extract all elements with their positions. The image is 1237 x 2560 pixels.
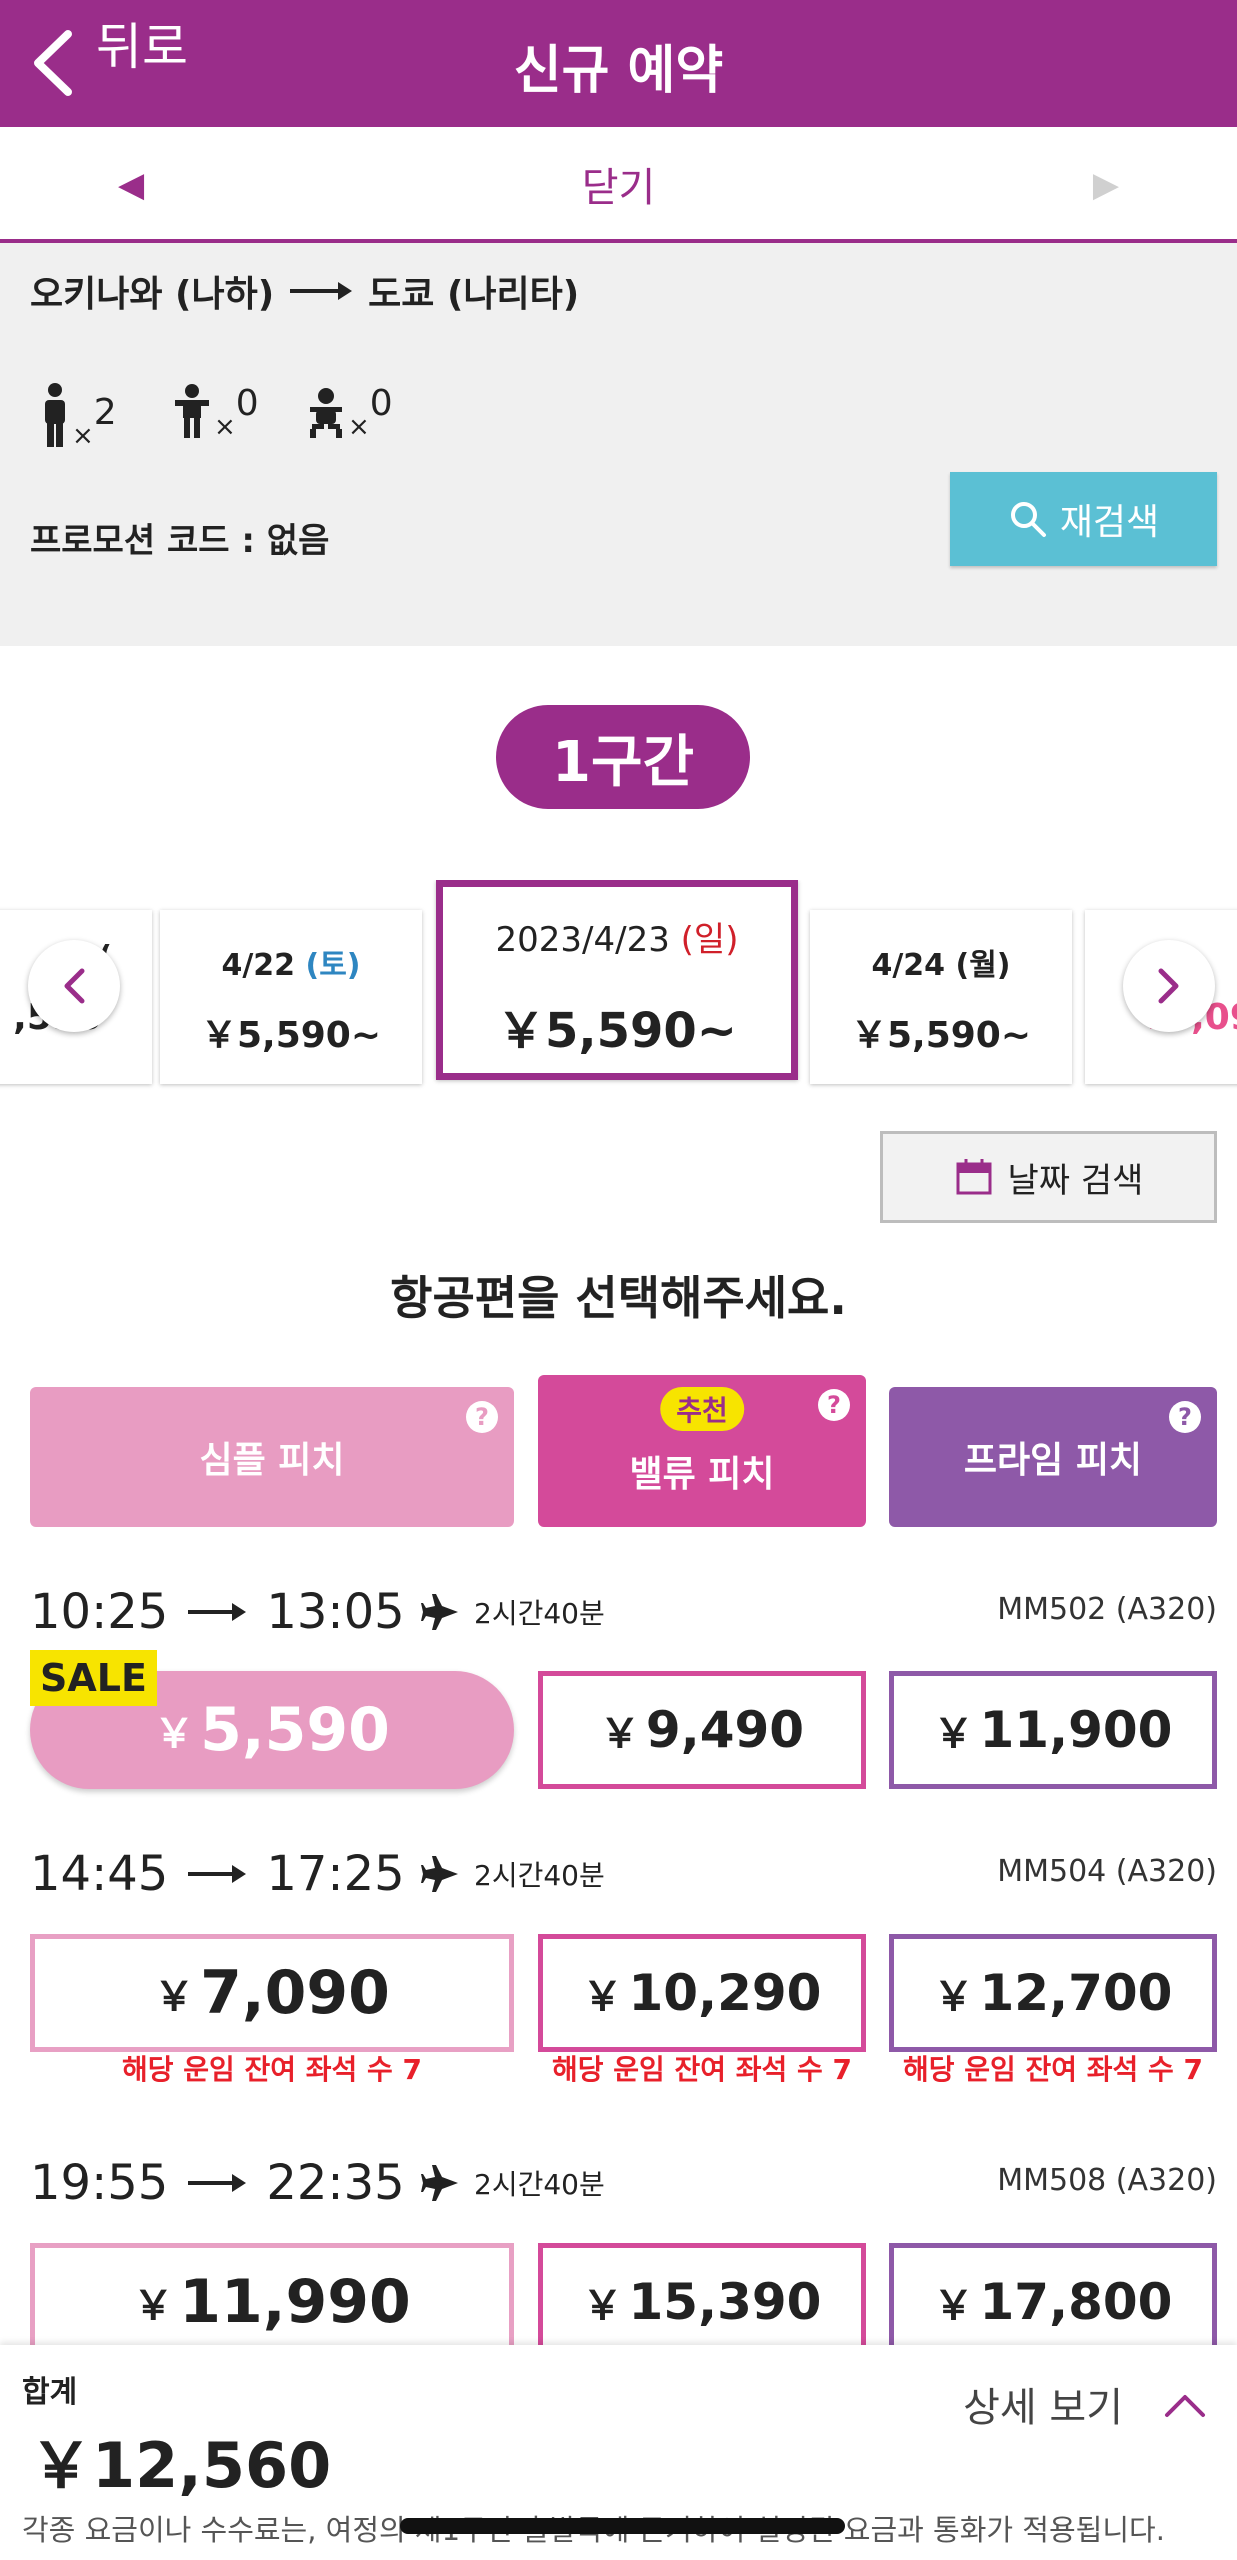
date-card-4-22[interactable]: 4/22 (토) ￥5,590~ (160, 910, 422, 1084)
flight-number: MM508 (A320) (997, 2163, 1217, 2198)
date-card-4-24[interactable]: 4/24 (월) ￥5,590~ (810, 910, 1072, 1084)
child-icon (175, 384, 209, 438)
calendar-icon (956, 1159, 992, 1195)
fare-tab-simple-label: 심플 피치 (199, 1440, 345, 1481)
arrow-right-icon (188, 1603, 247, 1621)
search-icon (1010, 502, 1046, 537)
infant-count: × 0 (306, 383, 393, 442)
page-title: 신규 예약 (513, 41, 724, 101)
airplane-icon (421, 1594, 458, 1630)
fare-tab-prime-label: 프라임 피치 (963, 1440, 1143, 1481)
view-details-button[interactable]: 상세 보기 (963, 2375, 1207, 2433)
fare-value-14-45[interactable]: ￥ 10,290 (538, 1934, 866, 2052)
total-label: 합계 (22, 2375, 78, 2410)
flight-number: MM504 (A320) (997, 1854, 1217, 1889)
departure-time: 19:55 (30, 2155, 169, 2211)
date-carousel: 1 ( ,590 4/22 (토) ￥5,590~ 2023/4/23 (일) … (0, 880, 1237, 1090)
fare-tab-simple[interactable]: 심플 피치 ? (30, 1387, 514, 1527)
arrow-right-icon (188, 2174, 247, 2192)
arrival-time: 22:35 (266, 2155, 405, 2211)
help-icon[interactable]: ? (818, 1389, 850, 1421)
chevron-right-icon (1158, 968, 1179, 1004)
fare-prime-19-55[interactable]: ￥ 17,800 (889, 2243, 1217, 2361)
child-count: × 0 (172, 383, 259, 442)
total-amount: ￥12,560 (30, 2429, 332, 2502)
home-indicator[interactable] (400, 2518, 845, 2534)
flight-number: MM502 (A320) (997, 1592, 1217, 1627)
flight-times: 14:45 17:25 (30, 1846, 405, 1902)
fare-value-19-55[interactable]: ￥ 15,390 (538, 2243, 866, 2361)
segment-badge: 1구간 (496, 705, 750, 809)
arrow-right-icon (188, 1865, 247, 1883)
fare-value-10-25[interactable]: ￥ 9,490 (538, 1671, 866, 1789)
date-card-selected[interactable]: 2023/4/23 (일) ￥5,590~ (436, 880, 798, 1080)
seats-remaining: 해당 운임 잔여 좌석 수 7 (551, 2053, 853, 2086)
fare-simple-14-45[interactable]: ￥ 7,090 (30, 1934, 514, 2052)
sale-badge: SALE (30, 1650, 157, 1706)
route-arrow-icon (290, 282, 353, 300)
fare-tab-prime[interactable]: 프라임 피치 ? (889, 1387, 1217, 1527)
fare-prime-10-25[interactable]: ￥ 11,900 (889, 1671, 1217, 1789)
fare-tab-value-label: 밸류 피치 (629, 1454, 775, 1495)
search-summary: 오키나와 (나하) 도쿄 (나리타) × 2 × 0 × 0 프로모션 코드 : 없음… (0, 243, 1237, 646)
fare-prime-14-45[interactable]: ￥ 12,700 (889, 1934, 1217, 2052)
infant-icon (310, 388, 342, 438)
help-icon[interactable]: ? (1169, 1401, 1201, 1433)
departure-time: 10:25 (30, 1584, 169, 1640)
next-arrow-icon: ▶ (1092, 165, 1119, 205)
seats-remaining: 해당 운임 잔여 좌석 수 7 (902, 2053, 1204, 2086)
close-button[interactable]: 닫기 (0, 155, 1237, 213)
flight-times: 19:55 22:35 (30, 2155, 405, 2211)
departure-time: 14:45 (30, 1846, 169, 1902)
carousel-next-button[interactable] (1123, 940, 1215, 1032)
date-search-label: 날짜 검색 (1007, 1160, 1144, 1201)
app-header: 뒤로 신규 예약 (0, 0, 1237, 127)
research-button[interactable]: 재검색 (950, 472, 1217, 566)
adult-count: × 2 (40, 383, 117, 451)
flight-duration: 2시간40분 (420, 1854, 605, 1894)
recommended-badge: 추천 (660, 1387, 744, 1431)
arrival-time: 17:25 (266, 1846, 405, 1902)
chevron-up-icon (1165, 2395, 1205, 2417)
destination: 도쿄 (나리타) (368, 274, 580, 315)
carousel-prev-button[interactable] (28, 940, 120, 1032)
airplane-icon (421, 2165, 458, 2201)
fare-tab-value[interactable]: 추천 밸류 피치 ? (538, 1375, 866, 1527)
promo-code: 프로모션 코드 : 없음 (30, 521, 330, 561)
arrival-time: 13:05 (266, 1584, 405, 1640)
close-bar: ◀ 닫기 ▶ (0, 127, 1237, 243)
date-search-button[interactable]: 날짜 검색 (880, 1131, 1217, 1223)
flight-duration: 2시간40분 (420, 2163, 605, 2203)
help-icon[interactable]: ? (466, 1401, 498, 1433)
route: 오키나와 (나하) 도쿄 (나리타) (30, 265, 579, 317)
adult-icon (45, 383, 65, 447)
flight-times: 10:25 13:05 (30, 1584, 405, 1640)
fare-simple-19-55[interactable]: ￥ 11,990 (30, 2243, 514, 2361)
airplane-icon (421, 1856, 458, 1892)
view-details-label: 상세 보기 (963, 2385, 1123, 2431)
chevron-left-icon (64, 968, 85, 1004)
research-label: 재검색 (1059, 502, 1160, 543)
flight-duration: 2시간40분 (420, 1592, 605, 1632)
select-flight-heading: 항공편을 선택해주세요. (390, 1271, 847, 1325)
seats-remaining: 해당 운임 잔여 좌석 수 7 (121, 2053, 423, 2086)
origin: 오키나와 (나하) (30, 274, 275, 315)
